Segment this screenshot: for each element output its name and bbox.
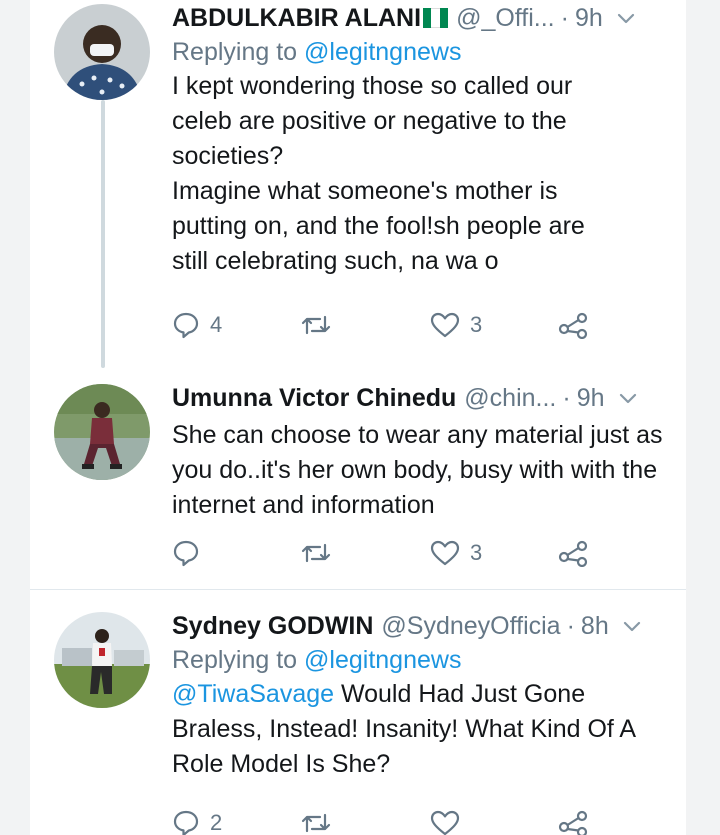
retweet-button[interactable] — [300, 808, 342, 835]
tweet-actions: 3 — [172, 538, 632, 568]
author-name[interactable]: Umunna Victor Chinedu — [172, 384, 456, 413]
tweet-header: Sydney GODWIN @SydneyOfficia · 8h — [172, 608, 666, 644]
avatar[interactable] — [54, 612, 150, 708]
timestamp[interactable]: 9h — [577, 384, 605, 413]
like-button[interactable]: 3 — [430, 310, 482, 340]
retweet-icon — [301, 543, 331, 563]
author-name[interactable]: ABDULKABIR ALANI — [172, 4, 421, 33]
reply-thread: ABDULKABIR ALANI @_Offi... · 9h Replying… — [30, 0, 686, 835]
author-handle[interactable]: @chin... — [464, 384, 556, 413]
tweet-actions: 4 3 — [172, 310, 632, 340]
replying-to-mention[interactable]: @legitngnews — [304, 646, 461, 674]
author-name[interactable]: Sydney GODWIN — [172, 612, 373, 641]
replying-to-label: Replying to — [172, 646, 298, 674]
retweet-button[interactable] — [300, 310, 342, 340]
screen-edge-right — [686, 0, 720, 835]
replying-to: Replying to @legitngnews — [172, 646, 666, 675]
reply-count: 4 — [210, 312, 223, 337]
replying-to-label: Replying to — [172, 38, 298, 66]
separator-dot: · — [562, 383, 571, 412]
like-count: 3 — [470, 540, 483, 565]
reply-button[interactable] — [172, 538, 210, 568]
nigeria-flag-icon — [423, 8, 449, 28]
replying-to: Replying to @legitngnews — [172, 38, 666, 67]
share-icon — [558, 540, 588, 567]
heart-icon — [430, 810, 460, 835]
heart-icon — [430, 540, 460, 566]
share-icon — [558, 810, 588, 835]
reply-icon — [173, 810, 199, 835]
chevron-down-icon[interactable] — [617, 387, 639, 409]
tweet[interactable]: Umunna Victor Chinedu @chin... · 9h She … — [30, 368, 686, 588]
reply-button[interactable]: 4 — [172, 310, 222, 340]
share-button[interactable] — [558, 808, 588, 835]
author-handle[interactable]: @_Offi... — [456, 4, 555, 33]
tweet-text: She can choose to wear any material just… — [172, 421, 663, 519]
avatar[interactable] — [54, 384, 150, 480]
timestamp[interactable]: 8h — [581, 612, 609, 641]
tweet-text: @TiwaSavage Would Had Just Gone Braless,… — [172, 677, 652, 782]
author-handle[interactable]: @SydneyOfficia — [381, 612, 560, 641]
tweet[interactable]: Sydney GODWIN @SydneyOfficia · 8h Replyi… — [30, 590, 686, 835]
heart-icon — [430, 312, 460, 338]
like-count: 3 — [470, 312, 483, 337]
tweet-header: ABDULKABIR ALANI @_Offi... · 9h — [172, 0, 666, 36]
reply-button[interactable]: 2 — [172, 808, 222, 835]
screen-edge-left — [0, 0, 30, 835]
replying-to-mention[interactable]: @legitngnews — [304, 38, 461, 66]
avatar[interactable] — [54, 4, 150, 100]
like-button[interactable] — [430, 808, 470, 835]
tweet-header: Umunna Victor Chinedu @chin... · 9h — [172, 380, 666, 416]
retweet-icon — [301, 315, 331, 335]
share-button[interactable] — [558, 310, 588, 340]
chevron-down-icon[interactable] — [615, 7, 637, 29]
tweet-actions: 2 — [172, 808, 632, 835]
separator-dot: · — [566, 611, 575, 640]
share-button[interactable] — [558, 538, 588, 568]
retweet-button[interactable] — [300, 538, 342, 568]
timestamp[interactable]: 9h — [575, 4, 603, 33]
reply-icon — [173, 312, 199, 339]
tweet-text: I kept wondering those so called our cel… — [172, 72, 585, 275]
share-icon — [558, 312, 588, 339]
reply-count: 2 — [210, 810, 223, 835]
reply-icon — [173, 540, 199, 567]
retweet-icon — [301, 813, 331, 833]
tweet[interactable]: ABDULKABIR ALANI @_Offi... · 9h Replying… — [30, 0, 686, 368]
tweet-mention[interactable]: @TiwaSavage — [172, 680, 334, 708]
chevron-down-icon[interactable] — [621, 615, 643, 637]
separator-dot: · — [560, 3, 569, 32]
like-button[interactable]: 3 — [430, 538, 482, 568]
